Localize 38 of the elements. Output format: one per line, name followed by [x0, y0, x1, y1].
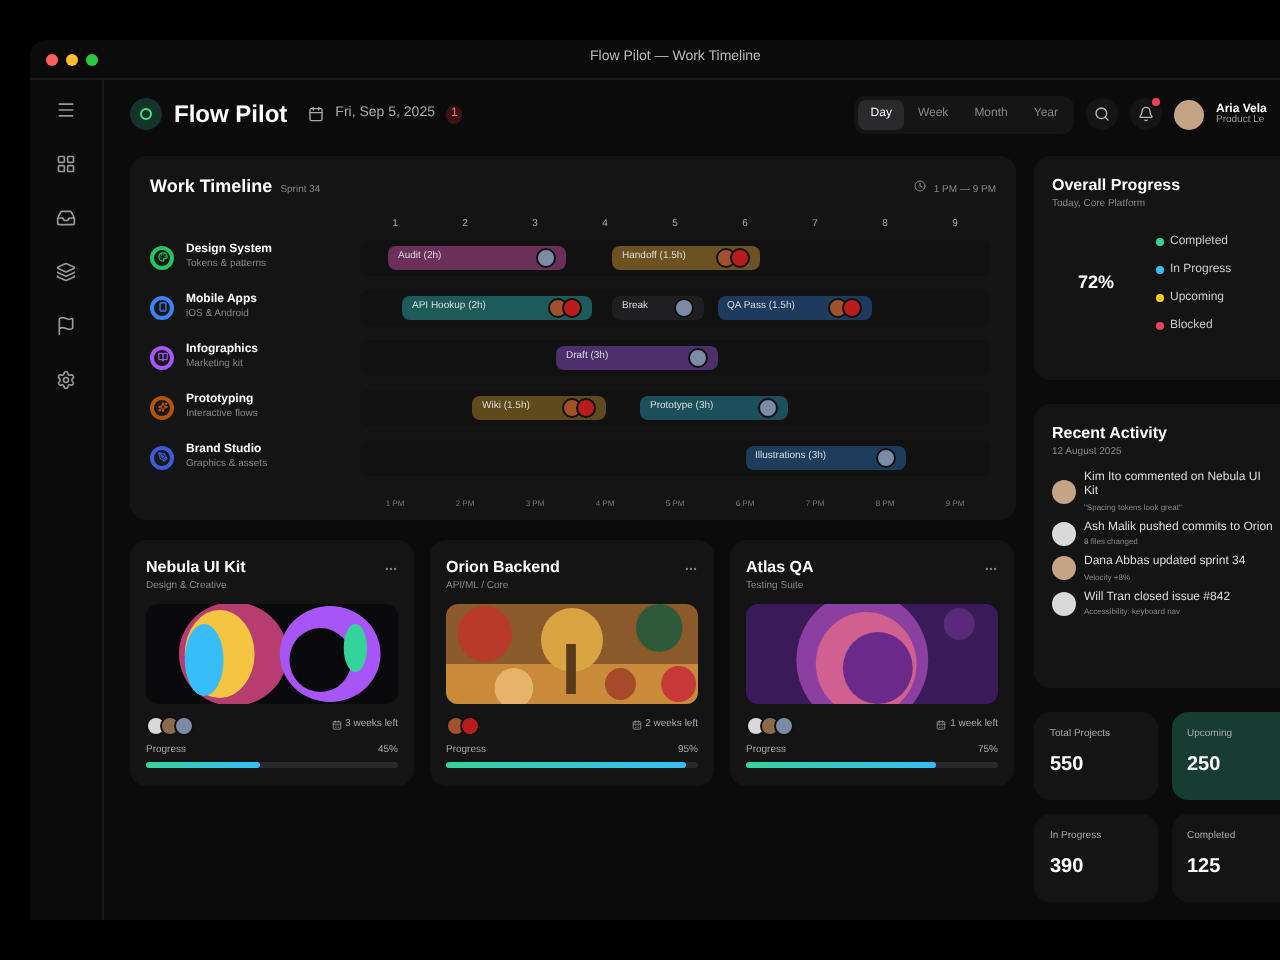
calendar-icon — [631, 720, 642, 730]
stat-value: 250 — [1187, 751, 1223, 779]
stat-value: 390 — [1050, 853, 1086, 881]
user-avatar[interactable] — [1174, 99, 1204, 129]
calendar-icon — [331, 720, 342, 730]
stat-value: 125 — [1187, 853, 1223, 881]
project-title: Nebula UI Kit — [146, 556, 246, 580]
search-button[interactable] — [1086, 98, 1118, 130]
user-avatar — [1052, 479, 1076, 503]
overall-percent: 72% — [1077, 270, 1114, 297]
notifications-button[interactable] — [1130, 98, 1162, 130]
project-title: Atlas QA — [746, 556, 814, 580]
layers-icon[interactable] — [56, 262, 76, 282]
overall-title: Overall Progress — [1052, 174, 1183, 198]
assignee-avatar — [536, 247, 557, 267]
user-avatar — [1052, 521, 1076, 546]
assignee-avatar — [876, 447, 896, 467]
stat-value: 550 — [1050, 751, 1086, 779]
activity-title: Recent Activity — [1052, 422, 1169, 446]
flag-icon[interactable] — [56, 316, 76, 336]
project-title: Orion Backend — [446, 556, 560, 580]
assignee-avatar — [757, 397, 777, 417]
assignee-avatar — [687, 347, 707, 367]
bell-icon — [1138, 106, 1154, 122]
calendar-icon — [307, 106, 324, 122]
settings-icon[interactable] — [56, 370, 76, 390]
grid-icon[interactable] — [56, 154, 76, 174]
user-avatar — [1052, 556, 1076, 581]
clock-icon — [913, 180, 926, 192]
user-avatar — [1052, 591, 1076, 616]
logo-icon — [130, 98, 162, 130]
app-name: Flow Pilot — [174, 98, 288, 132]
menu-icon[interactable] — [56, 100, 76, 120]
search-icon — [1094, 106, 1110, 122]
timeline-title: Work Timeline — [150, 174, 273, 200]
inbox-icon[interactable] — [56, 208, 76, 228]
assignee-avatar — [673, 297, 693, 317]
calendar-icon — [936, 720, 947, 730]
